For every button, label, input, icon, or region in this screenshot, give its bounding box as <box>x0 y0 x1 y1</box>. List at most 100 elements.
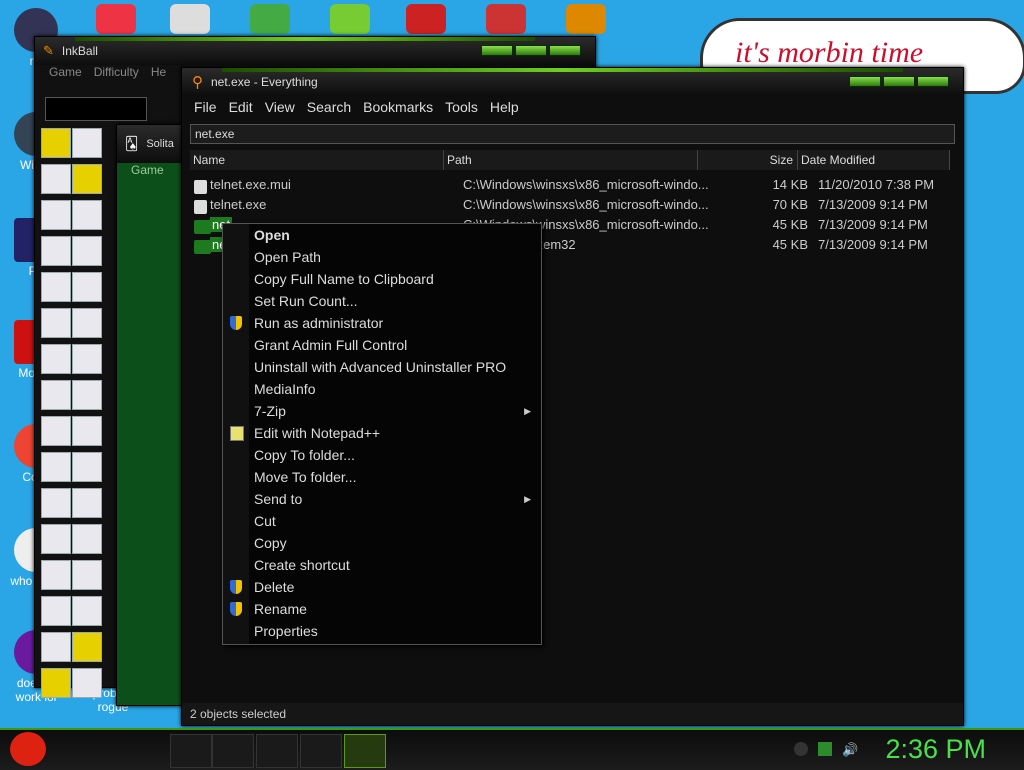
menu-item-label: Set Run Count... <box>254 293 358 309</box>
solitaire-taskbar-icon[interactable] <box>300 734 342 768</box>
window-controls[interactable] <box>481 45 581 56</box>
menu-tools[interactable]: Tools <box>439 99 484 115</box>
chrome-taskbar-icon[interactable] <box>212 734 254 768</box>
inkball-titlebar[interactable]: ✎ InkBall <box>35 37 595 65</box>
uac-shield-icon <box>230 316 242 330</box>
results-header: Name Path Size Date Modified <box>190 150 955 170</box>
menu-item-label: Edit with Notepad++ <box>254 425 381 441</box>
everything-taskbar-icon[interactable] <box>344 734 386 768</box>
exe-icon <box>194 239 211 254</box>
menu-run-as-admin[interactable]: Run as administrator <box>223 312 541 334</box>
everything-titlebar[interactable]: ⚲ net.exe - Everything <box>182 68 963 96</box>
inkball-taskbar-icon[interactable] <box>256 734 298 768</box>
submenu-arrow-icon: ▶ <box>524 406 531 416</box>
window-title: Solita <box>146 138 174 150</box>
column-size[interactable]: Size <box>698 150 798 170</box>
start-button[interactable] <box>10 732 46 766</box>
menu-move-to-folder[interactable]: Move To folder... <box>223 466 541 488</box>
row-size: 45 KB <box>772 216 808 232</box>
window-controls[interactable] <box>849 76 949 87</box>
menu-item-label: Move To folder... <box>254 469 357 485</box>
row-date: 11/20/2010 7:38 PM <box>818 176 935 192</box>
menu-copy-to-folder[interactable]: Copy To folder... <box>223 444 541 466</box>
column-name[interactable]: Name <box>190 150 444 170</box>
table-row[interactable]: telnet.exe.mui C:\Windows\winsxs\x86_mic… <box>190 174 955 194</box>
cards-icon: 🂡 <box>125 136 139 151</box>
exe-icon <box>194 219 211 234</box>
menu-item[interactable]: He <box>151 65 166 87</box>
score-display <box>45 97 147 121</box>
menu-item-label: MediaInfo <box>254 381 316 397</box>
menu-help[interactable]: Help <box>484 99 525 115</box>
volume-icon[interactable]: 🔊 <box>842 742 858 757</box>
table-row[interactable]: telnet.exe C:\Windows\winsxs\x86_microso… <box>190 194 955 214</box>
menu-item-label: Open <box>254 227 290 243</box>
menu-item[interactable]: Difficulty <box>94 65 139 87</box>
menu-open-path[interactable]: Open Path <box>223 246 541 268</box>
menu-item-label: Open Path <box>254 249 321 265</box>
dev-icon[interactable] <box>406 4 446 34</box>
column-path[interactable]: Path <box>444 150 698 170</box>
inkball-icon: ✎ <box>43 43 54 58</box>
menu-open[interactable]: Open <box>223 224 541 246</box>
menu-properties[interactable]: Properties <box>223 620 541 642</box>
shield-app-icon[interactable] <box>250 4 290 34</box>
menu-item[interactable]: Game <box>49 65 82 87</box>
menu-send-to[interactable]: Send to ▶ <box>223 488 541 510</box>
menu-rename[interactable]: Rename <box>223 598 541 620</box>
row-name: telnet.exe.mui <box>210 176 291 192</box>
menu-mediainfo[interactable]: MediaInfo <box>223 378 541 400</box>
menu-edit-notepad[interactable]: Edit with Notepad++ <box>223 422 541 444</box>
menu-item-label: 7-Zip <box>254 403 286 419</box>
context-menu[interactable]: Open Open Path Copy Full Name to Clipboa… <box>222 223 542 645</box>
inkball-board[interactable] <box>41 127 121 703</box>
app-icon[interactable] <box>486 4 526 34</box>
menu-search[interactable]: Search <box>301 99 357 115</box>
menu-item-label: Copy <box>254 535 287 551</box>
row-size: 45 KB <box>772 236 808 252</box>
explorer-taskbar-icon[interactable] <box>170 734 212 768</box>
show-hidden-icons[interactable] <box>794 742 808 756</box>
menu-view[interactable]: View <box>259 99 301 115</box>
network-icon[interactable] <box>818 742 832 756</box>
search-input[interactable]: net.exe <box>190 124 955 144</box>
menu-item-label: Copy To folder... <box>254 447 355 463</box>
menu-copy[interactable]: Copy <box>223 532 541 554</box>
uac-shield-icon <box>230 580 242 594</box>
menu-create-shortcut[interactable]: Create shortcut <box>223 554 541 576</box>
menu-7zip[interactable]: 7-Zip ▶ <box>223 400 541 422</box>
menu-item-label: Delete <box>254 579 295 595</box>
menu-bar: File Edit View Search Bookmarks Tools He… <box>182 96 963 118</box>
window-title: InkBall <box>61 44 98 58</box>
menu-set-run-count[interactable]: Set Run Count... <box>223 290 541 312</box>
row-size: 14 KB <box>772 176 808 192</box>
row-date: 7/13/2009 9:14 PM <box>818 196 928 212</box>
menu-item-label: Copy Full Name to Clipboard <box>254 271 434 287</box>
menu-item-label: Create shortcut <box>254 557 350 573</box>
menu-uninstall[interactable]: Uninstall with Advanced Uninstaller PRO <box>223 356 541 378</box>
clock[interactable]: 2:36 PM <box>885 734 986 765</box>
menu-cut[interactable]: Cut <box>223 510 541 532</box>
menu-bookmarks[interactable]: Bookmarks <box>357 99 439 115</box>
menu-grant-admin[interactable]: Grant Admin Full Control <box>223 334 541 356</box>
window-title: net.exe - Everything <box>211 75 318 89</box>
menu-file[interactable]: File <box>188 99 223 115</box>
angry-birds-icon[interactable] <box>330 4 370 34</box>
menu-item-label: Properties <box>254 623 318 639</box>
folder-app-icon[interactable] <box>566 4 606 34</box>
chrome-icon[interactable] <box>96 4 136 34</box>
menu-item-label: Run as administrator <box>254 315 384 331</box>
status-bar: 2 objects selected <box>182 703 963 725</box>
cards-icon[interactable] <box>170 4 210 34</box>
row-path: C:\Windows\winsxs\x86_microsoft-windo... <box>463 176 709 192</box>
menu-edit[interactable]: Edit <box>223 99 259 115</box>
row-date: 7/13/2009 9:14 PM <box>818 216 928 232</box>
menu-item-label: Grant Admin Full Control <box>254 337 408 353</box>
file-icon <box>194 179 207 194</box>
menu-delete[interactable]: Delete <box>223 576 541 598</box>
row-name: telnet.exe <box>210 196 267 212</box>
speech-bubble-text: it's morbin time <box>735 36 924 69</box>
uac-shield-icon <box>230 602 242 616</box>
menu-copy-full-name[interactable]: Copy Full Name to Clipboard <box>223 268 541 290</box>
column-date-modified[interactable]: Date Modified <box>798 150 950 170</box>
